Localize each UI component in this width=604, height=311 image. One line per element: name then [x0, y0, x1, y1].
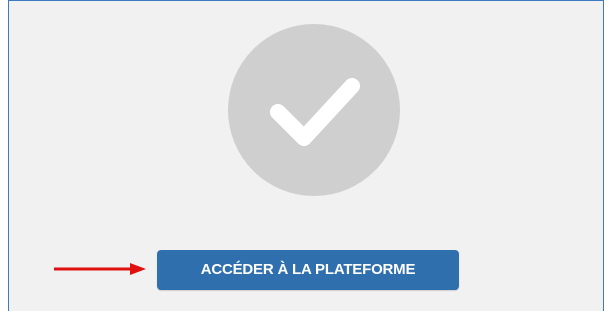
red-arrow-icon [54, 263, 146, 275]
access-platform-button[interactable]: ACCÉDER À LA PLATEFORME [157, 250, 459, 290]
check-circle-icon [228, 24, 400, 196]
checkmark-icon [270, 78, 360, 146]
